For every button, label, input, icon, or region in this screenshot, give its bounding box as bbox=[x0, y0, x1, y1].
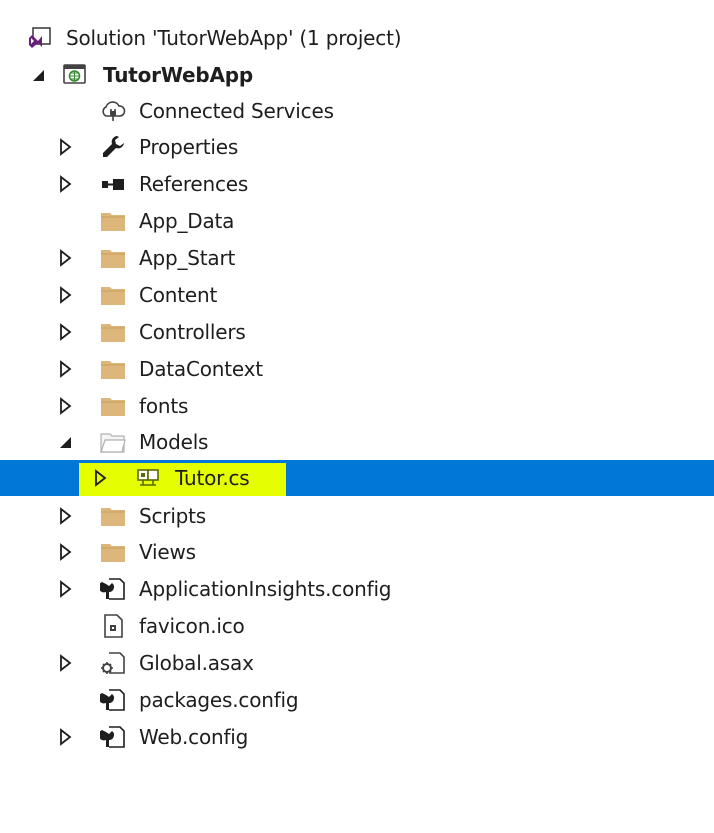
collapsed-arrow-icon[interactable] bbox=[56, 506, 76, 526]
properties-label: Properties bbox=[139, 135, 239, 159]
icon-file-icon bbox=[100, 613, 126, 639]
folder-icon bbox=[100, 503, 126, 529]
collapsed-arrow-icon[interactable] bbox=[56, 359, 76, 379]
collapsed-arrow-icon[interactable] bbox=[91, 468, 111, 488]
expanded-arrow-icon[interactable] bbox=[56, 432, 76, 452]
project-label: TutorWebApp bbox=[103, 63, 253, 87]
wrench-icon bbox=[100, 134, 126, 160]
folder-icon bbox=[100, 208, 126, 234]
global-asax-icon bbox=[100, 650, 126, 676]
solution-explorer-tree: Solution 'TutorWebApp' (1 project) Tutor… bbox=[0, 0, 714, 833]
tree-node-web-config[interactable]: Web.config bbox=[0, 719, 714, 755]
config-file-icon bbox=[100, 724, 126, 750]
collapsed-arrow-icon[interactable] bbox=[56, 542, 76, 562]
collapsed-arrow-icon[interactable] bbox=[56, 322, 76, 342]
tree-node-tutor-cs[interactable]: Tutor.cs bbox=[0, 460, 714, 496]
collapsed-arrow-icon[interactable] bbox=[56, 174, 76, 194]
tree-node-properties[interactable]: Properties bbox=[0, 129, 714, 165]
global-asax-label: Global.asax bbox=[139, 651, 254, 675]
tree-node-controllers[interactable]: Controllers bbox=[0, 314, 714, 350]
favicon-ico-label: favicon.ico bbox=[139, 614, 245, 638]
web-config-label: Web.config bbox=[139, 725, 249, 749]
folder-open-icon bbox=[100, 429, 126, 455]
collapsed-arrow-icon[interactable] bbox=[56, 579, 76, 599]
solution-label: Solution 'TutorWebApp' (1 project) bbox=[66, 26, 402, 50]
tree-node-global-asax[interactable]: Global.asax bbox=[0, 645, 714, 681]
collapsed-arrow-icon[interactable] bbox=[56, 653, 76, 673]
tree-node-models[interactable]: Models bbox=[0, 424, 714, 460]
visual-studio-solution-icon bbox=[26, 25, 52, 51]
config-file-icon bbox=[100, 687, 126, 713]
fonts-label: fonts bbox=[139, 394, 189, 418]
controllers-label: Controllers bbox=[139, 320, 246, 344]
web-project-icon bbox=[62, 62, 88, 88]
collapsed-arrow-icon[interactable] bbox=[56, 248, 76, 268]
collapsed-arrow-icon[interactable] bbox=[56, 396, 76, 416]
models-label: Models bbox=[139, 430, 209, 454]
tree-node-favicon-ico[interactable]: favicon.ico bbox=[0, 608, 714, 644]
applicationinsights-config-label: ApplicationInsights.config bbox=[139, 577, 392, 601]
tree-node-content[interactable]: Content bbox=[0, 277, 714, 313]
tree-node-solution[interactable]: Solution 'TutorWebApp' (1 project) bbox=[0, 20, 714, 56]
tutor-cs-label: Tutor.cs bbox=[175, 466, 250, 490]
tree-node-references[interactable]: References bbox=[0, 166, 714, 202]
app-data-label: App_Data bbox=[139, 209, 235, 233]
tree-node-app-start[interactable]: App_Start bbox=[0, 240, 714, 276]
views-label: Views bbox=[139, 540, 196, 564]
folder-icon bbox=[100, 282, 126, 308]
collapsed-arrow-icon[interactable] bbox=[56, 285, 76, 305]
tree-node-project[interactable]: TutorWebApp bbox=[0, 57, 714, 93]
collapsed-arrow-icon[interactable] bbox=[56, 727, 76, 747]
references-label: References bbox=[139, 172, 249, 196]
tree-node-connected-services[interactable]: Connected Services bbox=[0, 93, 714, 129]
content-label: Content bbox=[139, 283, 218, 307]
config-file-icon bbox=[100, 576, 126, 602]
tree-node-scripts[interactable]: Scripts bbox=[0, 498, 714, 534]
tree-node-views[interactable]: Views bbox=[0, 534, 714, 570]
collapsed-arrow-icon[interactable] bbox=[56, 137, 76, 157]
folder-icon bbox=[100, 319, 126, 345]
tree-node-applicationinsights-config[interactable]: ApplicationInsights.config bbox=[0, 571, 714, 607]
app-start-label: App_Start bbox=[139, 246, 236, 270]
tree-node-fonts[interactable]: fonts bbox=[0, 388, 714, 424]
cloud-plug-icon bbox=[100, 98, 126, 124]
folder-icon bbox=[100, 356, 126, 382]
folder-icon bbox=[100, 245, 126, 271]
connected-services-label: Connected Services bbox=[139, 99, 334, 123]
folder-icon bbox=[100, 539, 126, 565]
references-icon bbox=[100, 171, 126, 197]
folder-icon bbox=[100, 393, 126, 419]
packages-config-label: packages.config bbox=[139, 688, 299, 712]
datacontext-label: DataContext bbox=[139, 357, 263, 381]
tree-node-packages-config[interactable]: packages.config bbox=[0, 682, 714, 718]
tree-node-app-data[interactable]: App_Data bbox=[0, 203, 714, 239]
tree-node-datacontext[interactable]: DataContext bbox=[0, 351, 714, 387]
scripts-label: Scripts bbox=[139, 504, 207, 528]
expanded-arrow-icon[interactable] bbox=[29, 65, 49, 85]
csharp-class-icon bbox=[136, 465, 162, 491]
